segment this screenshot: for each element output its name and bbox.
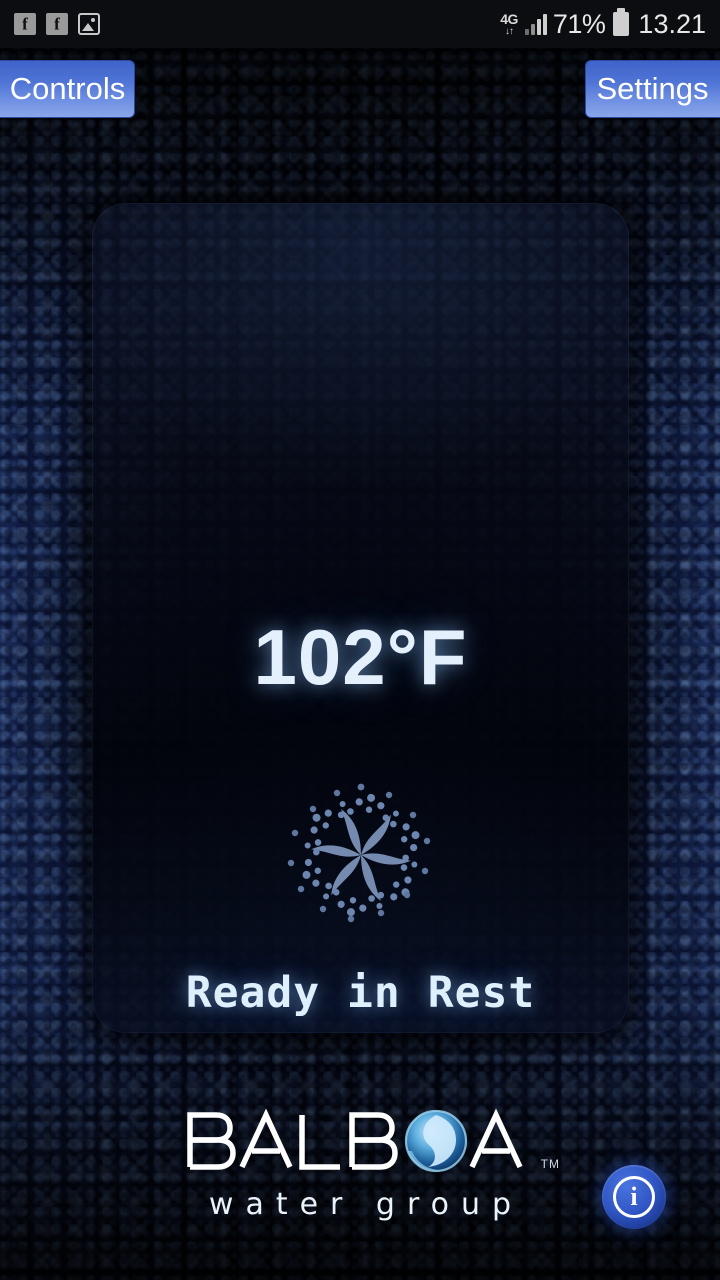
trademark-symbol: TM: [540, 1157, 560, 1171]
settings-button[interactable]: Settings: [585, 60, 720, 118]
info-icon: i: [613, 1176, 655, 1218]
status-bar-notifications: [14, 13, 100, 35]
facebook-icon: [14, 13, 36, 35]
data-transfer-arrows-icon: ↓↑: [505, 25, 514, 37]
battery-icon: [613, 8, 630, 36]
controls-button[interactable]: Controls: [0, 60, 135, 118]
spa-status-panel[interactable]: 102°F Ready in Rest: [92, 203, 629, 1033]
battery-percent-label: 71%: [552, 8, 606, 39]
signal-bars-icon: [524, 13, 547, 35]
network-type-indicator: 4G ↓↑: [500, 12, 518, 37]
app-screen: 4G ↓↑ 71% 13.21 Controls Settings 102°F: [0, 0, 720, 1280]
controls-button-label: Controls: [9, 71, 126, 106]
facebook-icon: [46, 13, 68, 35]
status-bar-system: 4G ↓↑ 71% 13.21: [500, 8, 706, 40]
balboa-tagline: water group: [208, 1187, 524, 1222]
clock-label: 13.21: [638, 8, 706, 39]
status-bar: 4G ↓↑ 71% 13.21: [0, 0, 720, 48]
spa-status-text: Ready in Rest: [185, 968, 536, 1018]
info-button[interactable]: i: [602, 1165, 666, 1229]
settings-button-label: Settings: [596, 71, 709, 106]
photo-icon: [78, 13, 100, 35]
network-type-label: 4G: [500, 10, 518, 27]
temperature-display[interactable]: 102°F: [92, 618, 629, 696]
balboa-wordmark-art: [187, 1108, 523, 1173]
pinwheel-jets-icon: [271, 775, 451, 935]
balboa-wordmark: TM: [180, 1105, 559, 1177]
